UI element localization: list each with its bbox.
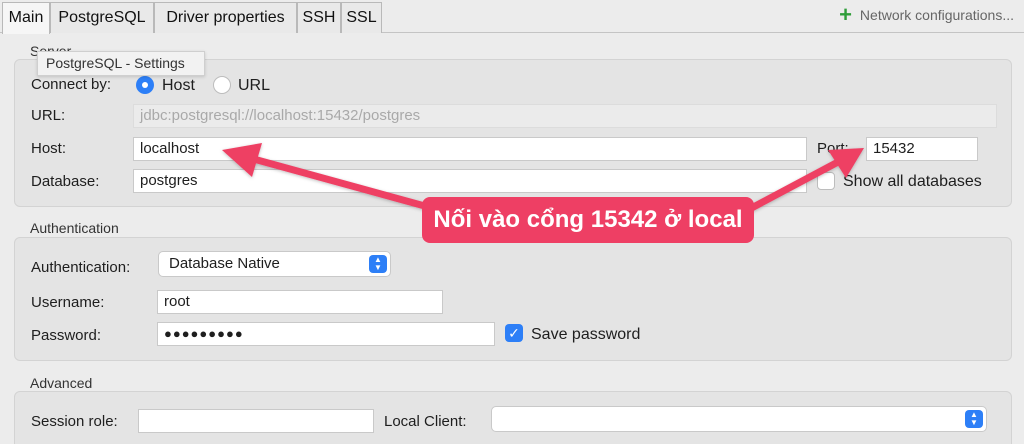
database-label: Database: bbox=[31, 173, 100, 190]
host-radio-label: Host bbox=[162, 77, 195, 94]
port-label: Port: bbox=[817, 140, 849, 157]
tab-ssh[interactable]: SSH bbox=[297, 2, 341, 33]
host-input[interactable]: localhost bbox=[133, 137, 807, 161]
save-password-checkbox[interactable]: ✓ bbox=[505, 324, 523, 342]
username-input[interactable]: root bbox=[157, 290, 443, 314]
url-radio-label: URL bbox=[238, 77, 271, 94]
password-input[interactable]: ●●●●●●●●● bbox=[157, 322, 495, 346]
database-input[interactable]: postgres bbox=[133, 169, 807, 193]
url-radio[interactable] bbox=[213, 76, 231, 94]
url-label: URL: bbox=[31, 107, 66, 124]
show-all-databases-label: Show all databases bbox=[843, 173, 982, 190]
updown-chevron-icon: ▲ ▼ bbox=[369, 255, 387, 273]
network-configurations-label: Network configurations... bbox=[859, 7, 1014, 23]
advanced-group-title: Advanced bbox=[30, 375, 93, 391]
tab-main[interactable]: Main bbox=[2, 2, 50, 34]
tab-postgresql[interactable]: PostgreSQL bbox=[50, 2, 154, 33]
authentication-group-title: Authentication bbox=[30, 220, 119, 236]
network-configurations-button[interactable]: + Network configurations... bbox=[839, 2, 1014, 27]
host-radio[interactable] bbox=[136, 76, 154, 94]
local-client-label: Local Client: bbox=[384, 413, 467, 430]
session-role-label: Session role: bbox=[31, 413, 118, 430]
plus-icon: + bbox=[839, 2, 852, 27]
save-password-label: Save password bbox=[531, 326, 641, 343]
tab-driver-properties[interactable]: Driver properties bbox=[154, 2, 297, 33]
url-input[interactable]: jdbc:postgresql://localhost:15432/postgr… bbox=[133, 104, 997, 128]
tab-ssl[interactable]: SSL bbox=[341, 2, 382, 33]
authentication-select[interactable]: Database Native ▲ ▼ bbox=[158, 251, 391, 277]
session-role-input[interactable] bbox=[138, 409, 374, 433]
annotation-callout: Nối vào cổng 15342 ở local bbox=[422, 197, 754, 243]
updown-chevron-icon: ▲ ▼ bbox=[965, 410, 983, 428]
username-label: Username: bbox=[31, 294, 105, 311]
authentication-label: Authentication: bbox=[31, 259, 131, 276]
show-all-databases-checkbox[interactable] bbox=[817, 172, 835, 190]
connect-by-label: Connect by: bbox=[31, 76, 112, 93]
host-label: Host: bbox=[31, 140, 67, 157]
settings-tooltip: PostgreSQL - Settings bbox=[37, 51, 205, 76]
local-client-select[interactable]: ▲ ▼ bbox=[491, 406, 987, 432]
authentication-select-value: Database Native bbox=[169, 255, 280, 272]
port-input[interactable]: 15432 bbox=[866, 137, 978, 161]
password-label: Password: bbox=[31, 327, 102, 344]
